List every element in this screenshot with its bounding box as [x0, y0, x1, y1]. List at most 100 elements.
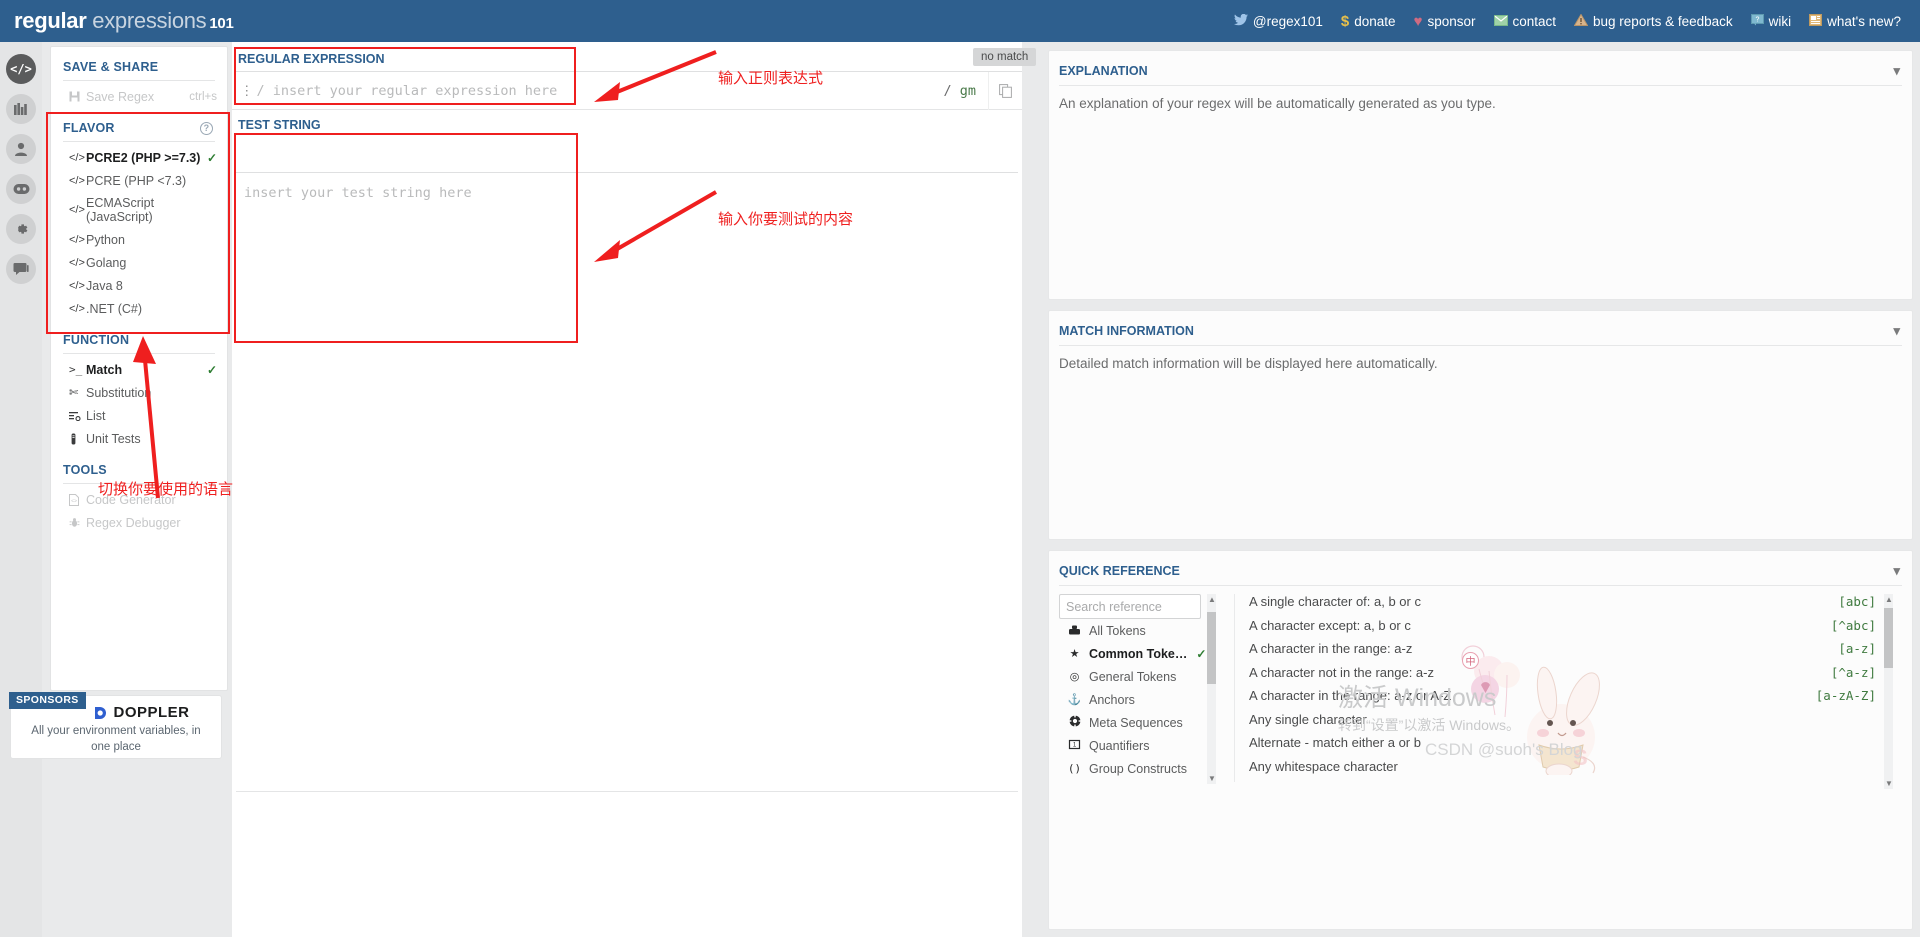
test-string-section-label: TEST STRING: [238, 118, 321, 132]
logo-expressions: expressions: [86, 8, 207, 33]
nav-contact[interactable]: contact: [1485, 10, 1566, 33]
flavor-label: Golang: [86, 255, 127, 270]
save-regex-label: Save Regex: [86, 89, 155, 104]
document-code-icon: <>: [69, 493, 86, 506]
flavor-item-java8[interactable]: </> Java 8: [51, 274, 227, 297]
left-sidebar-panel: SAVE & SHARE Save Regex ctrl+s FLAVOR ? …: [50, 46, 228, 691]
flavor-item-golang[interactable]: </> Golang: [51, 251, 227, 274]
category-label: Common Toke…: [1089, 646, 1188, 661]
regex-flags[interactable]: / gm: [943, 83, 988, 99]
scroll-down-icon[interactable]: ▼: [1208, 774, 1216, 783]
category-label: General Tokens: [1089, 669, 1177, 684]
scroll-up-icon[interactable]: ▲: [1208, 595, 1216, 604]
search-reference-input[interactable]: Search reference: [1059, 594, 1201, 619]
flavor-item-ecmascript[interactable]: </> ECMAScript (JavaScript): [51, 192, 227, 228]
flags-slash: /: [943, 82, 952, 99]
flags-value: gm: [959, 82, 976, 99]
quick-reference-header[interactable]: QUICK REFERENCE ▾: [1049, 551, 1912, 585]
nav-wiki[interactable]: ? wiki: [1742, 10, 1801, 33]
list-icon: [69, 411, 86, 421]
test-tube-icon: [69, 433, 86, 445]
copy-icon: [999, 83, 1012, 98]
flavor-heading-label: FLAVOR: [63, 121, 115, 135]
rail-code-button[interactable]: </>: [6, 54, 36, 84]
save-share-heading: SAVE & SHARE: [63, 60, 159, 74]
reference-entry[interactable]: Any whitespace character: [1249, 759, 1902, 783]
flavor-item-pcre2[interactable]: </> PCRE2 (PHP >=7.3) ✓: [51, 146, 227, 169]
explanation-header[interactable]: EXPLANATION ▾: [1049, 51, 1912, 85]
function-item-list[interactable]: List: [51, 404, 227, 427]
scroll-down-icon[interactable]: ▼: [1885, 779, 1893, 788]
nav-bug-reports-label: bug reports & feedback: [1593, 13, 1733, 29]
chevron-down-icon[interactable]: ▾: [1893, 563, 1900, 579]
nav-bug-reports[interactable]: bug reports & feedback: [1565, 10, 1742, 33]
nav-whats-new[interactable]: what's new?: [1800, 10, 1910, 33]
flavor-item-dotnet[interactable]: </> .NET (C#): [51, 297, 227, 320]
flavor-label: Python: [86, 232, 125, 247]
nav-sponsor-label: sponsor: [1427, 13, 1476, 29]
nav-donate-label: donate: [1354, 13, 1396, 29]
code-icon: </>: [69, 302, 85, 315]
test-string-area[interactable]: insert your test string here: [236, 172, 1018, 792]
site-logo[interactable]: regular expressions 101: [14, 8, 234, 34]
scrollbar-thumb[interactable]: [1884, 608, 1893, 668]
quantifier-box-icon: 1: [1067, 739, 1082, 753]
rail-community-button[interactable]: [6, 174, 36, 204]
scroll-up-icon[interactable]: ▲: [1885, 595, 1893, 604]
reference-entry[interactable]: A character except: a, b or c [^abc]: [1249, 618, 1902, 642]
nav-twitter[interactable]: @regex101: [1225, 10, 1332, 33]
reference-entry[interactable]: A character in the range: a-z or A-Z [a-…: [1249, 688, 1902, 712]
function-item-unit-tests[interactable]: Unit Tests: [51, 427, 227, 450]
reference-entry[interactable]: Alternate - match either a or b: [1249, 735, 1902, 759]
match-information-header[interactable]: MATCH INFORMATION ▾: [1049, 311, 1912, 345]
regex-section: REGULAR EXPRESSION ⋮ / insert your regul…: [232, 42, 1022, 137]
rail-settings-button[interactable]: [6, 214, 36, 244]
category-label: All Tokens: [1089, 623, 1146, 638]
function-item-match[interactable]: >_ Match ✓: [51, 358, 227, 381]
flavor-heading: FLAVOR ?: [51, 108, 227, 141]
chevron-down-icon[interactable]: ▾: [1893, 63, 1900, 79]
regex-input[interactable]: ⋮ / insert your regular expression here: [232, 83, 943, 99]
reference-entry[interactable]: A single character of: a, b or c [abc]: [1249, 594, 1902, 618]
svg-text:<>: <>: [71, 498, 77, 504]
top-header-bar: regular expressions 101 @regex101 $ donat…: [0, 0, 1920, 42]
no-match-badge: no match: [973, 48, 1037, 66]
nav-sponsor[interactable]: ♥ sponsor: [1405, 10, 1485, 33]
question-box-icon: ?: [1750, 14, 1764, 28]
regex-placeholder: / insert your regular expression here: [256, 82, 558, 99]
annotation-text-teststring: 输入你要测试的内容: [718, 210, 854, 228]
nav-donate[interactable]: $ donate: [1332, 10, 1405, 33]
left-icon-rail: </>: [0, 42, 42, 937]
target-icon: ◎: [1069, 671, 1080, 683]
check-icon: ✓: [1196, 646, 1207, 661]
top-navigation: @regex101 $ donate ♥ sponsor contact bug…: [1225, 10, 1910, 33]
rail-chat-button[interactable]: [6, 254, 36, 284]
anchor-icon: ⚓: [1067, 694, 1082, 706]
entries-scrollbar[interactable]: ▲ ▼: [1884, 594, 1893, 789]
chevron-down-icon[interactable]: ▾: [1893, 323, 1900, 339]
reference-entry[interactable]: A character not in the range: a-z [^a-z]: [1249, 665, 1902, 689]
nav-contact-label: contact: [1512, 13, 1557, 29]
reference-entry[interactable]: A character in the range: a-z [a-z]: [1249, 641, 1902, 665]
save-regex-item[interactable]: Save Regex ctrl+s: [51, 85, 227, 108]
flavor-item-python[interactable]: </> Python: [51, 228, 227, 251]
tool-item-regex-debugger[interactable]: Regex Debugger: [51, 511, 227, 534]
function-item-substitution[interactable]: ✄ Substitution: [51, 381, 227, 404]
code-icon: </>: [69, 256, 85, 269]
copy-regex-button[interactable]: [988, 71, 1022, 110]
rail-library-button[interactable]: [6, 94, 36, 124]
reference-entry[interactable]: Any single character: [1249, 712, 1902, 736]
match-information-title: MATCH INFORMATION: [1059, 324, 1194, 338]
category-scrollbar[interactable]: ▲ ▼: [1207, 594, 1216, 784]
function-label: Match: [86, 362, 123, 377]
sponsors-card[interactable]: SPONSORS DOPPLER All your environment va…: [9, 692, 222, 759]
function-label: List: [86, 408, 106, 423]
regex-input-row[interactable]: ⋮ / insert your regular expression here …: [232, 71, 1022, 110]
flavor-item-pcre[interactable]: </> PCRE (PHP <7.3): [51, 169, 227, 192]
flavor-label: .NET (C#): [86, 301, 143, 316]
help-icon[interactable]: ?: [200, 121, 213, 135]
rail-account-button[interactable]: [6, 134, 36, 164]
entry-description: A character in the range: a-z: [1249, 641, 1413, 656]
scrollbar-thumb[interactable]: [1207, 612, 1216, 684]
code-icon: </>: [69, 151, 85, 164]
